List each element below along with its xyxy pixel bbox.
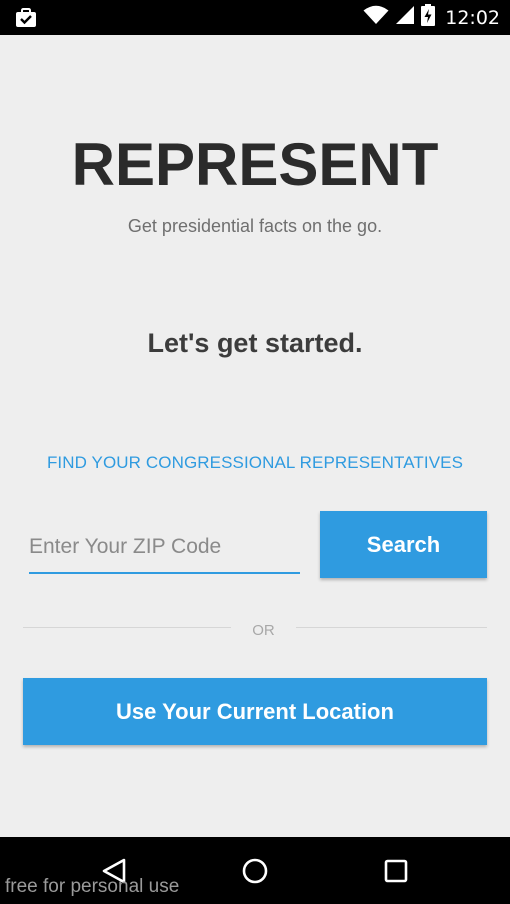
app-title: REPRESENT xyxy=(71,131,439,198)
divider-left xyxy=(23,627,231,628)
page-heading: Let's get started. xyxy=(147,328,363,358)
home-icon[interactable] xyxy=(239,855,271,887)
or-divider-text: OR xyxy=(252,622,275,639)
main-content: REPRESENT Get presidential facts on the … xyxy=(0,35,510,837)
watermark-text: free for personal use xyxy=(5,876,180,897)
status-bar: 12:02 xyxy=(0,0,510,35)
zip-code-input[interactable] xyxy=(29,522,300,574)
recents-icon[interactable] xyxy=(380,855,412,887)
shopping-bag-icon xyxy=(15,8,37,33)
search-button[interactable]: Search xyxy=(320,511,487,578)
clock-time: 12:02 xyxy=(445,6,500,29)
app-tagline: Get presidential facts on the go. xyxy=(127,216,383,236)
use-current-location-button[interactable]: Use Your Current Location xyxy=(23,678,487,745)
section-label: FIND YOUR CONGRESSIONAL REPRESENTATIVES xyxy=(46,453,464,472)
wifi-icon xyxy=(363,5,389,30)
cell-signal-icon xyxy=(395,5,415,30)
battery-charging-icon xyxy=(421,4,436,31)
divider-right xyxy=(296,627,487,628)
